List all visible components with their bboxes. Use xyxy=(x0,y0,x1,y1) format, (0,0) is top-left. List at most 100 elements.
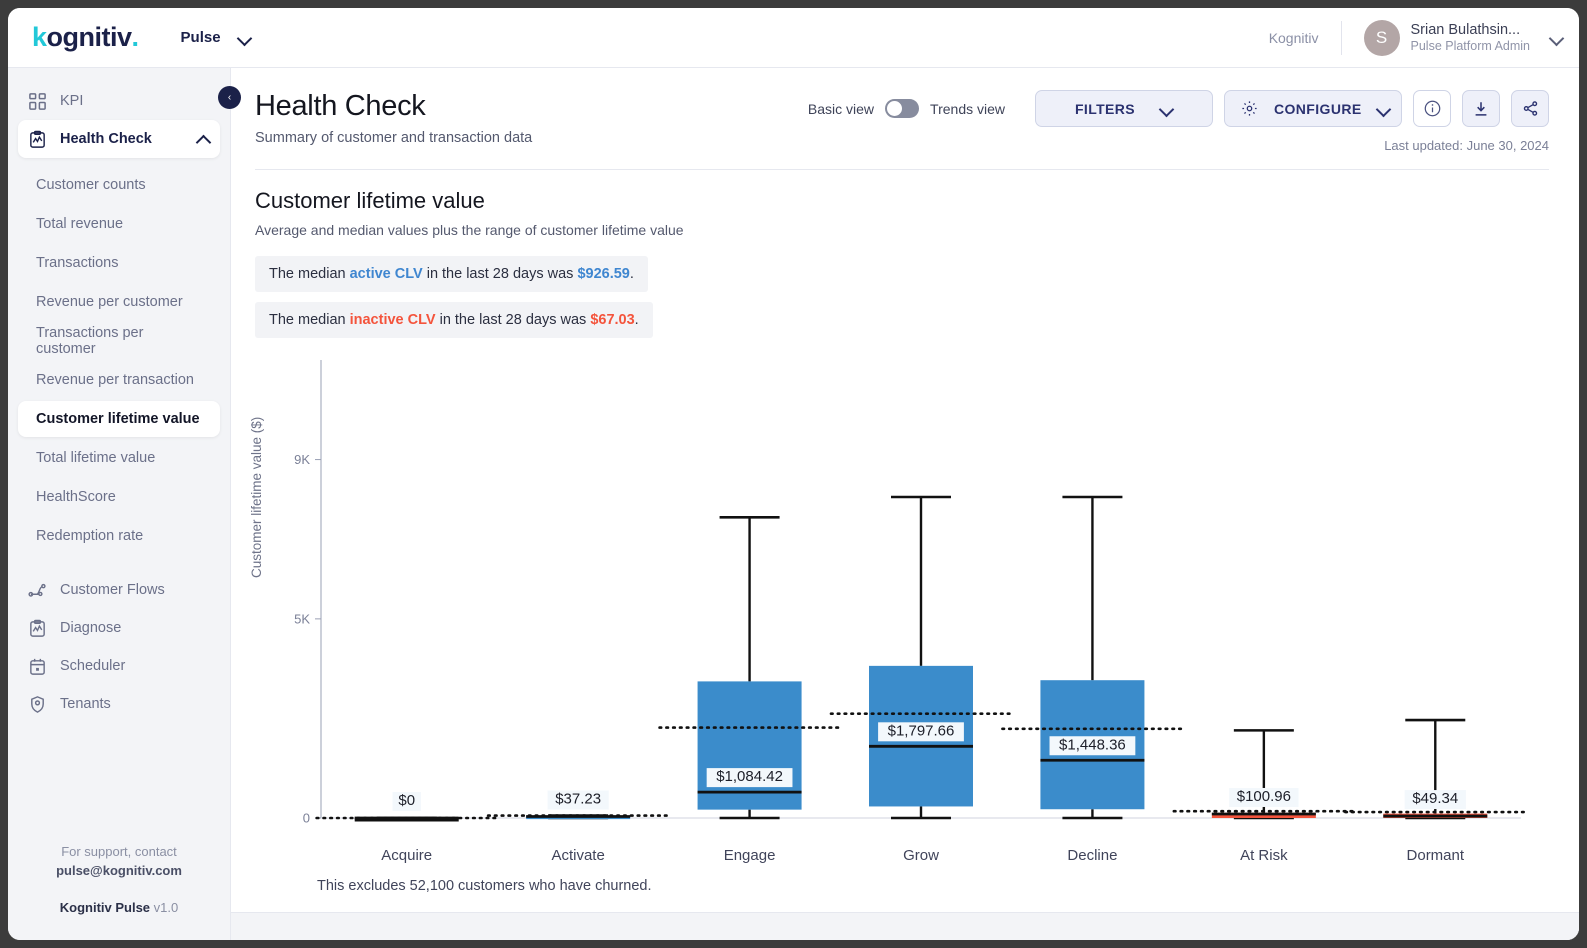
tenant-label: Kognitiv xyxy=(1268,29,1319,46)
boxplot-value-label: $0 xyxy=(398,792,415,809)
product-label: Pulse xyxy=(180,29,221,46)
x-axis-category-label: Grow xyxy=(903,847,939,864)
x-axis-category-label: Dormant xyxy=(1407,847,1465,864)
boxplot-grow[interactable]: $1,797.66 Grow xyxy=(829,495,1013,864)
header-controls: Basic view Trends view FILTERS CONFIGURE xyxy=(808,90,1549,127)
sidebar-item-scheduler[interactable]: Scheduler xyxy=(18,647,220,685)
support-email[interactable]: pulse@kognitiv.com xyxy=(24,862,214,881)
sidebar-item-label: Revenue per customer xyxy=(36,294,183,310)
boxplot-at-risk[interactable]: $100.96 At Risk xyxy=(1172,729,1356,864)
sidebar-item-label: Diagnose xyxy=(60,620,122,636)
callout-mid: in the last 28 days was xyxy=(422,266,578,282)
flow-icon xyxy=(28,581,47,600)
x-axis-category-label: At Risk xyxy=(1240,847,1288,864)
sidebar-item-label: Revenue per transaction xyxy=(36,372,194,388)
boxplot-engage[interactable]: $1,084.42 Engage xyxy=(658,516,841,864)
info-button[interactable] xyxy=(1413,90,1451,127)
chevron-down-icon xyxy=(1551,32,1563,44)
y-axis-tick-label: 0 xyxy=(303,811,310,826)
sidebar-item-label: Total lifetime value xyxy=(36,450,156,466)
boxplot-dormant[interactable]: $49.34 Dormant xyxy=(1343,718,1527,864)
app-name: Kognitiv Pulse xyxy=(59,900,151,916)
sidebar-item-kpi[interactable]: KPI xyxy=(18,82,220,120)
boxplot-decline[interactable]: $1,448.36 Decline xyxy=(1001,495,1184,864)
y-axis-title: Customer lifetime value ($) xyxy=(249,416,264,578)
sidebar-item-customer-flows[interactable]: Customer Flows xyxy=(18,571,220,609)
sidebar-item-label: Transactions per customer xyxy=(36,325,144,357)
sidebar-item-healthscore[interactable]: HealthScore xyxy=(18,479,220,515)
sidebar-item-revenue-per-customer[interactable]: Revenue per customer xyxy=(18,284,220,320)
bottom-strip xyxy=(231,912,1579,940)
sidebar-item-revenue-per-transaction[interactable]: Revenue per transaction xyxy=(18,362,220,398)
boxplot-value-label: $100.96 xyxy=(1237,788,1291,805)
last-updated-label: Last updated: June 30, 2024 xyxy=(1384,138,1549,153)
logo-text: ognitiv xyxy=(46,22,133,52)
callout-active-clv: The median active CLV in the last 28 day… xyxy=(255,256,648,292)
user-text: Srian Bulathsin... Pulse Platform Admin xyxy=(1411,21,1531,55)
kognitiv-logo[interactable]: k ognitiv. xyxy=(32,22,139,53)
boxplot-value-label: $1,448.36 xyxy=(1059,736,1126,753)
clipboard-chart-icon xyxy=(28,130,47,149)
sidebar-item-label: Tenants xyxy=(60,696,111,712)
sidebar-item-total-revenue[interactable]: Total revenue xyxy=(18,206,220,242)
configure-label: CONFIGURE xyxy=(1274,100,1362,117)
callout-value: $67.03 xyxy=(590,312,635,328)
boxplot-value-label: $49.34 xyxy=(1412,790,1458,807)
boxplot-activate[interactable]: $37.23 Activate xyxy=(486,790,670,864)
boxplot-value-label: $1,797.66 xyxy=(888,722,955,739)
sidebar-item-transactions-per-customer[interactable]: Transactions per customer xyxy=(18,323,220,359)
sidebar-item-health-check[interactable]: Health Check xyxy=(18,120,220,158)
avatar: S xyxy=(1363,19,1400,56)
logo-dot: . xyxy=(131,22,140,52)
main-content: Health Check Summary of customer and tra… xyxy=(231,68,1579,940)
y-axis-tick-label: 5K xyxy=(294,611,310,626)
view-toggle-group: Basic view Trends view xyxy=(808,99,1005,118)
boxplot-acquire[interactable]: $0 Acquire xyxy=(315,792,499,864)
download-icon xyxy=(1472,100,1490,118)
page-header: Health Check Summary of customer and tra… xyxy=(231,68,1579,170)
download-button[interactable] xyxy=(1462,90,1500,127)
chart-section: Customer lifetime value Average and medi… xyxy=(231,170,1579,348)
gear-icon xyxy=(1241,100,1258,117)
configure-button[interactable]: CONFIGURE xyxy=(1224,90,1402,127)
boxplot-value-label: $37.23 xyxy=(555,791,601,808)
user-menu[interactable]: S Srian Bulathsin... Pulse Platform Admi… xyxy=(1342,19,1564,56)
sidebar-item-diagnose[interactable]: Diagnose xyxy=(18,609,220,647)
trends-view-label: Trends view xyxy=(930,100,1005,117)
sidebar-item-redemption-rate[interactable]: Redemption rate xyxy=(18,518,220,554)
sidebar-item-transactions[interactable]: Transactions xyxy=(18,245,220,281)
sidebar-collapse-button[interactable]: ‹ xyxy=(218,86,241,109)
header-divider xyxy=(255,169,1549,170)
page-title-block: Health Check Summary of customer and tra… xyxy=(255,90,532,146)
callout-mid: in the last 28 days was xyxy=(435,312,591,328)
header-actions: Basic view Trends view FILTERS CONFIGURE… xyxy=(808,90,1549,153)
info-icon xyxy=(1423,99,1442,118)
chevron-down-icon xyxy=(1378,103,1385,115)
x-axis-category-label: Decline xyxy=(1067,847,1117,864)
section-subtitle: Average and median values plus the range… xyxy=(255,222,684,238)
logo-k: k xyxy=(32,22,47,52)
clipboard-chart-icon xyxy=(28,619,47,638)
view-toggle-switch[interactable] xyxy=(885,99,920,118)
filters-button[interactable]: FILTERS xyxy=(1035,90,1213,127)
sidebar-bottom-group: Customer Flows Diagnose Scheduler Tenant… xyxy=(8,571,230,723)
sidebar-item-label: KPI xyxy=(60,93,84,109)
page-title: Health Check xyxy=(255,90,426,122)
sidebar-item-label: HealthScore xyxy=(36,489,116,505)
app-window: k ognitiv. Pulse Kognitiv S Srian Bulaths… xyxy=(8,8,1579,940)
sidebar-item-total-lifetime-value[interactable]: Total lifetime value xyxy=(18,440,220,476)
body: ‹ KPI Health Check Customer counts Total… xyxy=(8,68,1579,940)
calendar-icon xyxy=(28,657,47,676)
boxplot-chart[interactable]: Customer lifetime value ($) 0 5K 9K $0 Acqui… xyxy=(231,348,1579,912)
sidebar-item-customer-counts[interactable]: Customer counts xyxy=(18,167,220,203)
sidebar-item-label: Redemption rate xyxy=(36,528,144,544)
share-button[interactable] xyxy=(1511,90,1549,127)
sidebar-item-customer-lifetime-value[interactable]: Customer lifetime value xyxy=(18,401,220,437)
support-line: For support, contact xyxy=(61,844,177,860)
filters-label: FILTERS xyxy=(1074,100,1136,117)
app-version: Kognitiv Pulse v1.0 xyxy=(24,899,214,918)
sidebar-item-tenants[interactable]: Tenants xyxy=(18,685,220,723)
x-axis-category-label: Engage xyxy=(724,847,776,864)
page-header-row: Health Check Summary of customer and tra… xyxy=(255,90,1549,153)
product-switcher[interactable]: Pulse xyxy=(181,29,251,46)
